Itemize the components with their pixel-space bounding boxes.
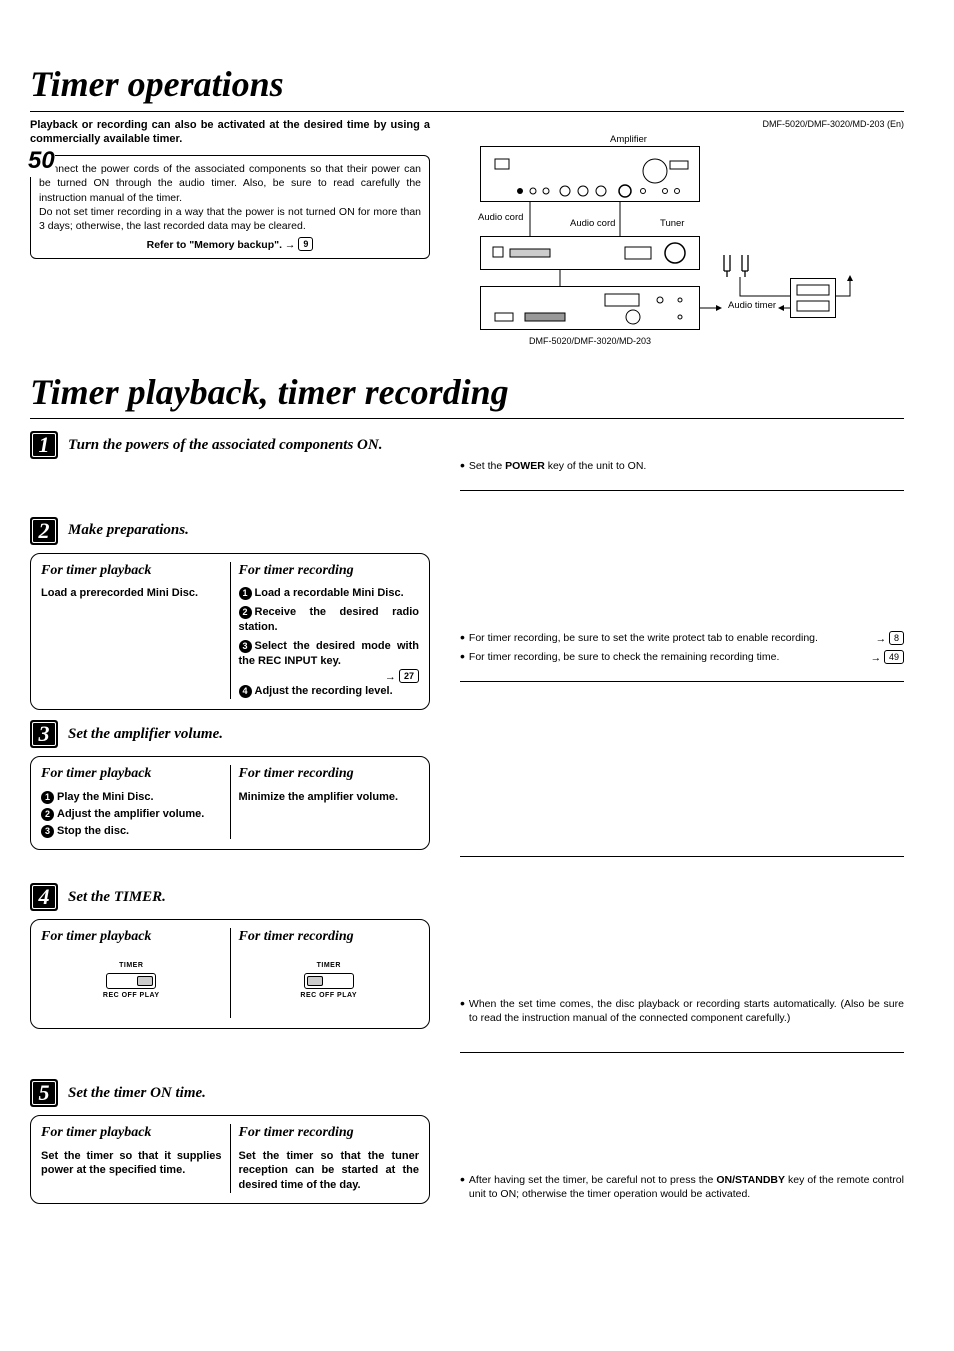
switch-bottom-label: REC OFF PLAY: [41, 991, 222, 1000]
step4-box: For timer playback TIMER REC OFF PLAY Fo…: [30, 919, 430, 1029]
step5-left-body: Set the timer so that it supplies power …: [41, 1149, 222, 1179]
step2-left-heading: For timer playback: [41, 562, 222, 581]
step-number-2: 2: [30, 517, 58, 545]
s2-r-item2: Receive the desired radio station.: [239, 606, 420, 633]
s2-r-item3: Select the desired mode with the REC INP…: [239, 640, 420, 667]
bullet-icon: •: [460, 997, 465, 1025]
tuner-device: [480, 236, 700, 270]
circled-2-icon: 2: [41, 808, 54, 821]
intro-text: Playback or recording can also be activa…: [30, 118, 430, 148]
doc-model-header: DMF-5020/DMF-3020/MD-203 (En): [762, 118, 904, 130]
step3-right-heading: For timer recording: [239, 765, 420, 784]
circled-3-icon: 3: [41, 825, 54, 838]
switch-graphic: [106, 973, 156, 989]
s3-l-item2: Adjust the amplifier volume.: [57, 808, 204, 820]
circled-2-icon: 2: [239, 606, 252, 619]
s2-r-item4: Adjust the recording level.: [255, 685, 393, 697]
s3-l-item1: Play the Mini Disc.: [57, 791, 154, 803]
divider: [460, 490, 904, 491]
page-ref-27: 27: [399, 669, 419, 683]
circled-1-icon: 1: [239, 587, 252, 600]
step4-left-heading: For timer playback: [41, 928, 222, 947]
step1-note: • Set the POWER key of the unit to ON.: [460, 459, 904, 473]
power-key-bold: POWER: [505, 460, 545, 472]
divider: [460, 1052, 904, 1053]
step-title-5: Set the timer ON time.: [68, 1083, 206, 1103]
step2-note2: • For timer recording, be sure to check …: [460, 650, 904, 665]
md-unit-device: [480, 286, 700, 330]
step5-right-body: Set the timer so that the tuner receptio…: [239, 1149, 420, 1194]
step5-right-heading: For timer recording: [239, 1124, 420, 1143]
amplifier-svg: [485, 149, 695, 199]
step-title-4: Set the TIMER.: [68, 887, 166, 907]
step-number-1: 1: [30, 431, 58, 459]
timer-switch-play: TIMER REC OFF PLAY: [41, 961, 222, 1000]
s2-note2-text: For timer recording, be sure to check th…: [469, 651, 779, 663]
step-number-4: 4: [30, 883, 58, 911]
divider: [460, 856, 904, 857]
on-standby-bold: ON/STANDBY: [716, 1174, 785, 1186]
bullet-icon: •: [460, 631, 465, 646]
timer-svg: [793, 281, 833, 315]
step3-right-body: Minimize the amplifier volume.: [239, 790, 420, 805]
step4-note: • When the set time comes, the disc play…: [460, 997, 904, 1025]
step3-left-heading: For timer playback: [41, 765, 222, 784]
step2-right-heading: For timer recording: [239, 562, 420, 581]
step-title-3: Set the amplifier volume.: [68, 724, 223, 744]
audio-timer-label: Audio timer: [728, 300, 776, 313]
ref-text: Refer to "Memory backup". →: [147, 239, 296, 251]
amplifier-label: Amplifier: [610, 134, 647, 147]
s4-note-text: When the set time comes, the disc playba…: [469, 997, 904, 1025]
tuner-label: Tuner: [660, 218, 684, 231]
switch-top-label: TIMER: [41, 961, 222, 970]
page-ref-8: 8: [889, 631, 904, 645]
connection-diagram: Amplifier Au: [460, 136, 904, 346]
switch-top-label: TIMER: [239, 961, 420, 970]
bullet-icon: •: [460, 1173, 465, 1201]
divider: [460, 681, 904, 682]
timer-switch-rec: TIMER REC OFF PLAY: [239, 961, 420, 1000]
circled-3-icon: 3: [239, 640, 252, 653]
power-plugs-icon: [718, 251, 758, 281]
step4-right-heading: For timer recording: [239, 928, 420, 947]
step2-left-body: Load a prerecorded Mini Disc.: [41, 586, 222, 601]
s3-l-item3: Stop the disc.: [57, 825, 129, 837]
main-title-timer-operations: Timer operations: [30, 60, 904, 112]
memory-backup-ref: Refer to "Memory backup". → 9: [39, 237, 421, 252]
step-title-1: Turn the powers of the associated compon…: [68, 435, 382, 455]
s2-note1-text: For timer recording, be sure to set the …: [469, 632, 818, 644]
s5-note-a: After having set the timer, be careful n…: [469, 1174, 716, 1186]
step-number-5: 5: [30, 1079, 58, 1107]
audio-cord-label-1: Audio cord: [478, 212, 523, 225]
step3-box: For timer playback 1Play the Mini Disc. …: [30, 756, 430, 849]
audio-cord-label-2: Audio cord: [570, 218, 615, 231]
bullet-icon: •: [460, 650, 465, 665]
step5-note: • After having set the timer, be careful…: [460, 1173, 904, 1201]
audio-timer-device: [790, 278, 836, 318]
step-number-3: 3: [30, 720, 58, 748]
page-number: 50: [28, 145, 55, 177]
unit-caption: DMF-5020/DMF-3020/MD-203: [480, 335, 700, 347]
switch-bottom-label: REC OFF PLAY: [239, 991, 420, 1000]
circled-1-icon: 1: [41, 791, 54, 804]
bullet-icon: •: [460, 459, 465, 473]
step2-box: For timer playback Load a prerecorded Mi…: [30, 553, 430, 711]
page-ref-49: 49: [884, 650, 904, 664]
step2-note1: • For timer recording, be sure to set th…: [460, 631, 904, 646]
step5-box: For timer playback Set the timer so that…: [30, 1115, 430, 1204]
circled-4-icon: 4: [239, 685, 252, 698]
info-box-body: Connect the power cords of the associate…: [39, 162, 421, 233]
step5-left-heading: For timer playback: [41, 1124, 222, 1143]
page-ref-9: 9: [298, 237, 313, 251]
s2-r-item1: Load a recordable Mini Disc.: [255, 587, 404, 599]
tuner-svg: [485, 239, 695, 267]
step-title-2: Make preparations.: [68, 520, 189, 540]
switch-graphic: [304, 973, 354, 989]
md-unit-svg: [485, 289, 695, 327]
info-box: Connect the power cords of the associate…: [30, 155, 430, 259]
section-title-timer-playback-recording: Timer playback, timer recording: [30, 368, 904, 420]
amplifier-device: [480, 146, 700, 202]
